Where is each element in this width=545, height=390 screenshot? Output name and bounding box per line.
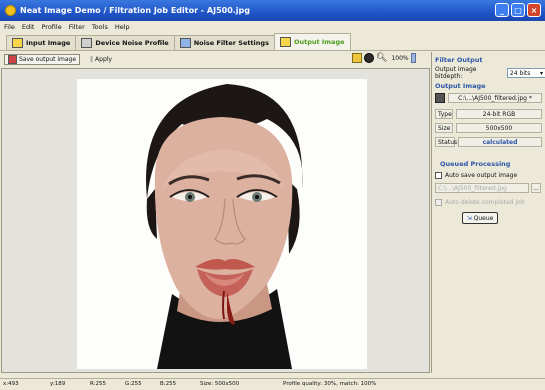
size-label: Size	[435, 123, 453, 133]
portrait-image	[77, 79, 367, 369]
status-b: B:255	[160, 381, 177, 387]
auto-save-path-input[interactable]: C:\...\AJ500_filtered.jpg	[435, 183, 529, 193]
queue-label: Queue	[473, 214, 494, 222]
size-value: 500x500	[485, 124, 513, 132]
zoom-controls: 🔍︎ 100%	[352, 53, 416, 63]
save-output-image-button[interactable]: Save output image	[4, 54, 81, 65]
save-icon	[8, 55, 17, 64]
queue-button[interactable]: ⇲ Queue	[462, 212, 498, 224]
status-y: y:189	[50, 381, 66, 387]
tab-device-noise-profile[interactable]: Device Noise Profile	[75, 35, 175, 50]
minimize-button[interactable]: _	[495, 3, 509, 17]
type-label: Type	[435, 109, 453, 119]
save-output-image-label: Save output image	[19, 56, 77, 63]
tab-label: Noise Filter Settings	[193, 39, 269, 47]
chevron-down-icon: ▾	[539, 69, 543, 77]
bitdepth-select[interactable]: 24 bits ▾	[506, 68, 545, 78]
tab-noise-filter-settings[interactable]: Noise Filter Settings	[173, 35, 275, 50]
status-value: calculated	[482, 138, 518, 146]
maximize-button[interactable]: □	[511, 3, 525, 17]
contrast-icon[interactable]	[364, 53, 374, 63]
apply-icon: ‖	[90, 56, 94, 63]
image-canvas[interactable]	[1, 68, 430, 373]
queued-processing-heading: Queued Processing	[440, 160, 511, 168]
status-field: calculated	[458, 137, 542, 147]
bitdepth-value: 24 bits	[509, 69, 531, 77]
output-path-field: C:\...\AJ500_filtered.jpg *	[448, 93, 542, 103]
auto-delete-label: Auto delete completed job	[445, 199, 525, 206]
size-field: 500x500	[456, 123, 542, 133]
type-value: 24-bit RGB	[482, 110, 516, 118]
tab-label: Input Image	[26, 39, 71, 47]
zoom-level: 100%	[391, 54, 409, 62]
image-file-icon[interactable]	[435, 93, 445, 103]
output-image-preview	[77, 79, 367, 369]
window-title: Neat Image Demo / Filtration Job Editor …	[20, 6, 251, 15]
fit-view-icon[interactable]	[352, 53, 362, 63]
tab-label: Output Image	[293, 38, 345, 46]
app-icon	[5, 5, 16, 16]
browse-button[interactable]: …	[531, 183, 541, 193]
queue-icon: ⇲	[466, 214, 472, 222]
input-image-icon	[12, 38, 23, 48]
status-bar: x:493 y:189 R:255 G:255 B:255 Size: 500x…	[0, 378, 545, 390]
device-noise-profile-icon	[81, 38, 93, 48]
auto-delete-checkbox[interactable]	[435, 199, 442, 206]
apply-button[interactable]: ‖ Apply	[86, 54, 116, 65]
tab-input-image[interactable]: Input Image	[6, 35, 77, 50]
menu-profile[interactable]: Profile	[41, 23, 61, 31]
zoom-spinner[interactable]	[410, 53, 416, 63]
settings-panel: Filter Output Output image bitdepth: 24 …	[431, 52, 545, 373]
bitdepth-label: Output image bitdepth:	[435, 66, 477, 80]
status-r: R:255	[90, 381, 107, 387]
tab-label: Device Noise Profile	[95, 39, 169, 47]
output-path: C:\...\AJ500_filtered.jpg *	[458, 94, 532, 102]
auto-save-path: C:\...\AJ500_filtered.jpg	[438, 184, 507, 192]
type-field: 24-bit RGB	[456, 109, 542, 119]
auto-save-checkbox[interactable]	[435, 172, 442, 179]
menu-edit[interactable]: Edit	[22, 23, 35, 31]
auto-save-label: Auto save output image	[445, 172, 518, 179]
tab-output-image[interactable]: Output Image	[273, 33, 351, 50]
status-profile: Profile quality: 30%, match: 100%	[283, 381, 377, 387]
menu-filter[interactable]: Filter	[69, 23, 85, 31]
output-image-icon	[279, 37, 291, 47]
status-size: Size: 500x500	[200, 381, 240, 387]
status-x: x:493	[3, 381, 19, 387]
menu-file[interactable]: File	[4, 23, 15, 31]
filter-output-heading: Filter Output	[435, 56, 483, 64]
menu-help[interactable]: Help	[115, 23, 130, 31]
noise-filter-icon	[179, 38, 191, 48]
zoom-icon[interactable]: 🔍︎	[376, 53, 387, 63]
main-tabs: Input Image Device Noise Profile Noise F…	[0, 33, 545, 51]
close-button[interactable]: ×	[527, 3, 541, 17]
title-bar: Neat Image Demo / Filtration Job Editor …	[0, 0, 545, 21]
menu-tools[interactable]: Tools	[92, 23, 108, 31]
output-image-heading: Output Image	[435, 82, 486, 90]
apply-label: Apply	[95, 56, 112, 63]
status-label: Status:	[435, 137, 459, 147]
menu-bar: File Edit Profile Filter Tools Help	[0, 21, 545, 33]
window-controls: _ □ ×	[495, 3, 541, 17]
status-g: G:255	[125, 381, 142, 387]
